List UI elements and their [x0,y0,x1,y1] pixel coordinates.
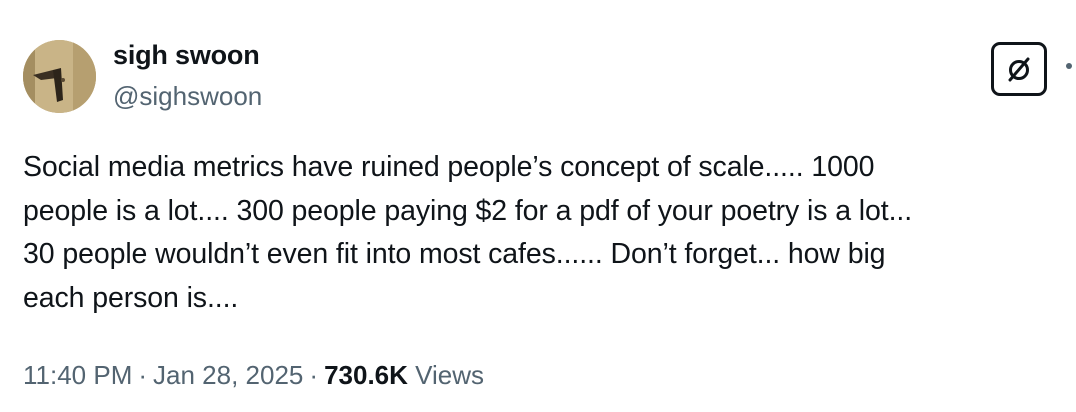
meta-separator: · [138,360,148,390]
more-dots-icon[interactable] [1066,63,1072,69]
meta-separator: · [309,360,319,390]
tweet-text: Social media metrics have ruined people’… [23,151,913,314]
slashed-square-icon [1008,57,1030,82]
tweet-date[interactable]: Jan 28, 2025 [153,360,303,390]
tweet-meta: 11:40 PM · Jan 28, 2025 · 730.6K Views [23,360,484,391]
avatar-image [23,40,96,113]
views-label[interactable]: Views [415,360,484,390]
author-handle[interactable]: @sighswoon [113,81,262,112]
tweet-time[interactable]: 11:40 PM [23,360,132,390]
tweet-card: sigh swoon @sighswoon Social media metri… [0,0,1076,412]
grok-button[interactable] [991,42,1047,96]
author-display-name[interactable]: sigh swoon [113,40,260,71]
views-count[interactable]: 730.6K [324,360,408,390]
avatar[interactable] [23,40,96,113]
